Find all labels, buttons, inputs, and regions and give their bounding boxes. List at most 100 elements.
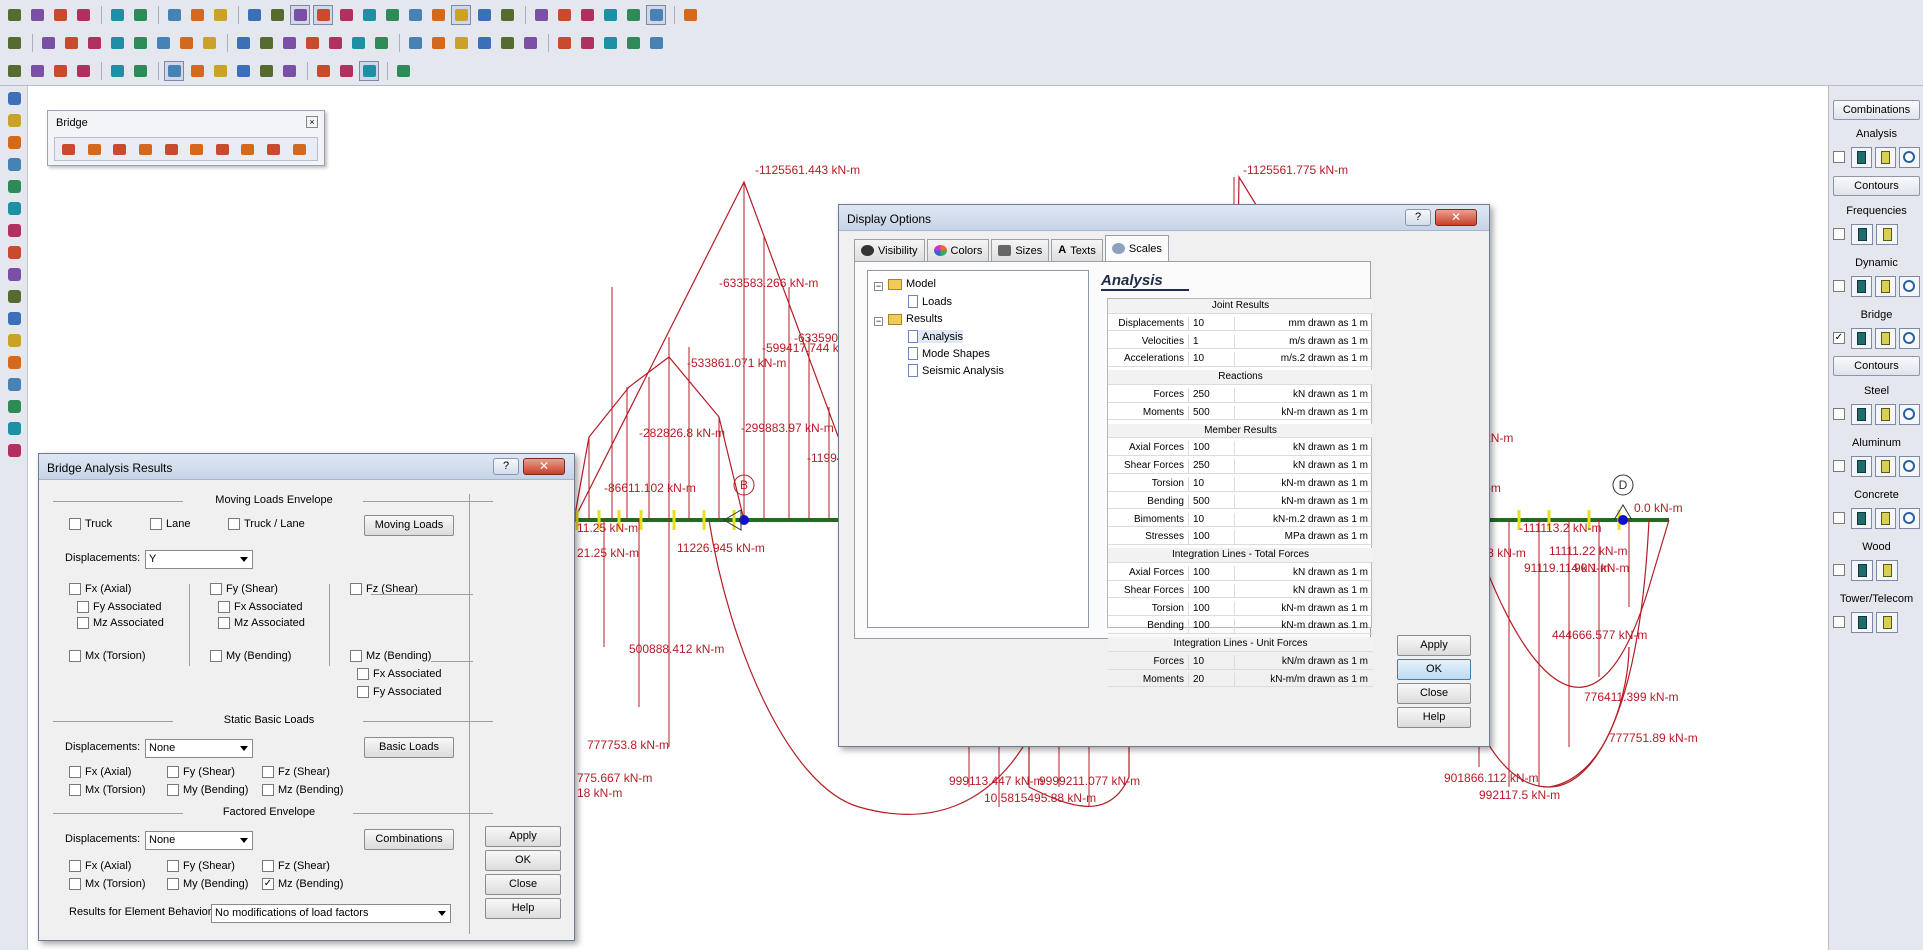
box-invert-icon[interactable] [279,61,299,81]
mz-bending-checkbox[interactable]: Mz (Bending) [350,650,431,662]
analysis-checkbox[interactable] [1833,151,1845,163]
dynamic-diagram-icon[interactable] [1898,275,1920,297]
contours-button-2[interactable]: Contours [1833,356,1920,376]
scales-row-value[interactable]: 100 [1190,441,1235,456]
bridge-model-icon[interactable] [61,140,77,158]
distribute-icon[interactable] [474,33,494,53]
tree-item-results[interactable]: Results [888,313,943,325]
wood-results-icon[interactable] [1851,559,1873,581]
area-icon[interactable] [451,33,471,53]
ruler-icon[interactable] [554,5,574,25]
static-mx-torsion-checkbox[interactable]: Mx (Torsion) [69,784,146,796]
solid-icon[interactable] [405,5,425,25]
mz-associated-checkbox[interactable]: Mz Associated [77,617,164,629]
tower-telecom-checkbox[interactable] [1833,616,1845,628]
zoom-icon[interactable] [4,132,24,152]
help-icon[interactable] [680,5,700,25]
tree-item-analysis[interactable]: Analysis [908,330,963,343]
aluminum-diagram-icon[interactable] [1898,455,1920,477]
analysis-table-icon[interactable] [1874,146,1896,168]
print-icon[interactable] [73,5,93,25]
mesh-icon[interactable] [176,33,196,53]
pin-icon[interactable] [61,33,81,53]
scales-row-value[interactable]: 100 [1190,530,1235,545]
zoom-window-icon[interactable] [313,61,333,81]
join-icon[interactable] [256,33,276,53]
frequencies-table-icon[interactable] [1876,223,1898,245]
offset-icon[interactable] [199,33,219,53]
close-button[interactable]: Close [485,874,561,895]
scales-row-value[interactable]: 100 [1190,601,1235,616]
lane-icon[interactable] [112,140,128,158]
help-icon[interactable]: ? [493,458,519,475]
table-icon[interactable] [4,33,24,53]
window-icon[interactable] [267,5,287,25]
truck-icon[interactable] [163,140,179,158]
bridge-analysis-results-dialog[interactable]: Bridge Analysis Results ? ✕ Moving Loads… [38,453,575,941]
measure-icon[interactable] [646,33,666,53]
sphere-icon[interactable] [4,440,24,460]
member-icon[interactable] [244,5,264,25]
factored-mz-bending-checkbox[interactable]: ✓ Mz (Bending) [262,878,343,890]
rotate-icon[interactable] [325,33,345,53]
view-iso-icon[interactable] [4,352,24,372]
close-icon[interactable]: ✕ [523,458,565,475]
pan-icon[interactable] [4,88,24,108]
concrete-checkbox[interactable] [1833,512,1845,524]
node-labels-icon[interactable] [4,374,24,394]
combinations-button[interactable]: Combinations [364,829,454,850]
scales-row-value[interactable]: 100 [1190,566,1235,580]
tower-table-icon[interactable] [1876,611,1898,633]
magnet-icon[interactable] [531,5,551,25]
factored-my-bending-checkbox[interactable]: My (Bending) [167,878,248,890]
box-add-icon[interactable] [233,61,253,81]
dynamic-checkbox[interactable] [1833,280,1845,292]
mx-torsion-checkbox[interactable]: Mx (Torsion) [69,650,146,662]
zoom-out-icon[interactable] [4,198,24,218]
scales-row-value[interactable]: 20 [1190,672,1235,687]
pointer-icon[interactable] [164,61,184,81]
scales-row-value[interactable]: 10 [1190,316,1235,331]
tree-expander-results[interactable]: − [874,317,883,326]
delete-icon[interactable] [279,33,299,53]
view-top-icon[interactable] [4,264,24,284]
zoom-prev-icon[interactable] [336,61,356,81]
fy-associated-checkbox-3[interactable]: Fy Associated [357,686,441,698]
bridge-checkbox[interactable]: ✓ [1833,332,1845,344]
hourglass-icon[interactable] [577,5,597,25]
steel-diagram-icon[interactable] [1898,403,1920,425]
lane-checkbox[interactable]: Lane [150,518,190,530]
analysis-results-icon[interactable] [1850,146,1872,168]
settings-icon[interactable] [215,140,231,158]
ok-button[interactable]: OK [485,850,561,871]
scales-row-value[interactable]: 10 [1190,655,1235,669]
hourglass-icon[interactable] [266,140,282,158]
node-icon[interactable] [38,33,58,53]
view-left-icon[interactable] [4,308,24,328]
load-case-icon[interactable] [189,140,205,158]
bridge-table-icon[interactable] [1874,327,1896,349]
axis-icon[interactable] [520,33,540,53]
release-icon[interactable] [130,33,150,53]
draw-icon[interactable] [164,5,184,25]
wood-checkbox[interactable] [1833,564,1845,576]
scales-row-value[interactable]: 500 [1190,494,1235,509]
load-icon[interactable] [451,5,471,25]
dynamic-results-icon[interactable] [1850,275,1872,297]
tab-texts[interactable]: A Texts [1051,239,1103,261]
undo-icon[interactable] [107,5,127,25]
scales-row-value[interactable]: 10 [1190,477,1235,491]
help-button[interactable]: Help [1397,707,1471,728]
save-icon[interactable] [50,5,70,25]
factored-displacements-select[interactable]: None [145,831,253,850]
help-icon[interactable]: ? [1405,209,1431,226]
concrete-table-icon[interactable] [1874,507,1896,529]
vehicle-icon[interactable] [138,140,154,158]
cube-icon[interactable] [497,5,517,25]
zoom-in-icon[interactable] [4,176,24,196]
folder-icon[interactable] [646,5,666,25]
plate-icon[interactable] [382,5,402,25]
box-remove-icon[interactable] [256,61,276,81]
frequencies-checkbox[interactable] [1833,228,1845,240]
rotate-icon[interactable] [4,154,24,174]
